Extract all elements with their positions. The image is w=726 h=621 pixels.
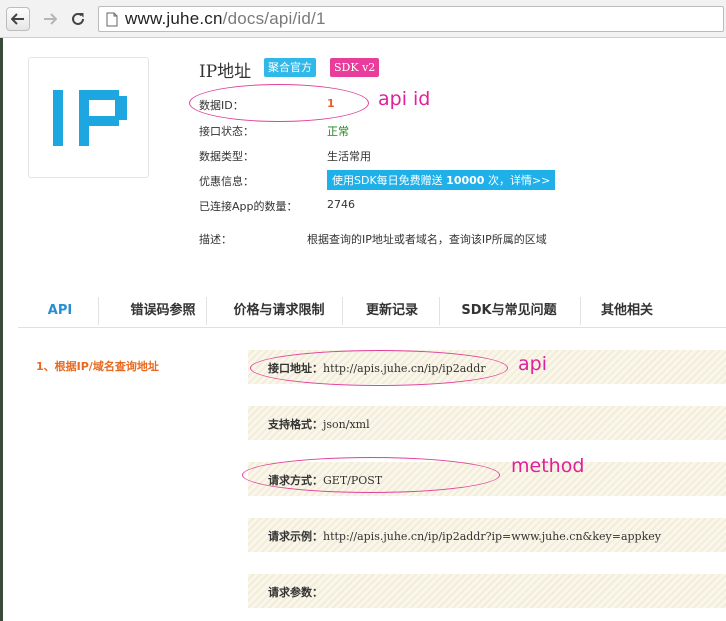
url-host: www.juhe.cn bbox=[125, 9, 223, 28]
app-count-value: 2746 bbox=[327, 198, 355, 211]
url-text: www.juhe.cn/docs/api/id/1 bbox=[125, 9, 326, 29]
promo-text-prefix: 使用SDK每日免费赠送 bbox=[332, 174, 447, 187]
tab-divider bbox=[439, 297, 440, 325]
ip-logo-icon bbox=[53, 90, 127, 146]
promo-label: 优惠信息： bbox=[199, 175, 254, 188]
promo-link[interactable]: 使用SDK每日免费赠送 10000 次，详情>> bbox=[327, 170, 556, 190]
promo-text-suffix: 次，详情>> bbox=[484, 174, 551, 187]
back-button[interactable] bbox=[6, 7, 30, 31]
api-title: IP地址 bbox=[199, 62, 252, 82]
forward-button[interactable] bbox=[38, 7, 62, 31]
spec-example: 请求示例：http://apis.juhe.cn/ip/ip2addr?ip=w… bbox=[268, 528, 661, 544]
tab-divider bbox=[342, 297, 343, 325]
spec-row-example: 请求示例：http://apis.juhe.cn/ip/ip2addr?ip=w… bbox=[248, 518, 726, 552]
annotation-api-id: api id bbox=[378, 88, 431, 110]
address-bar[interactable]: www.juhe.cn/docs/api/id/1 bbox=[98, 6, 724, 32]
tab-sdk-faq[interactable]: SDK与常见问题 bbox=[441, 294, 577, 327]
spec-format-label: 支持格式： bbox=[268, 418, 323, 431]
tab-changelog[interactable]: 更新记录 bbox=[344, 294, 440, 327]
sdk-badge[interactable]: SDK v2 bbox=[330, 58, 380, 77]
tab-divider bbox=[98, 297, 99, 325]
tab-other[interactable]: 其他相关 bbox=[582, 294, 672, 327]
endpoint-link-ip-query[interactable]: 1、根据IP/域名查询地址 bbox=[36, 358, 159, 374]
official-badge: 聚合官方 bbox=[264, 58, 316, 77]
status-label: 接口状态： bbox=[199, 125, 254, 138]
api-logo bbox=[28, 57, 149, 178]
forward-arrow-icon bbox=[44, 13, 57, 25]
annotation-method: method bbox=[511, 455, 585, 477]
url-path: /docs/api/id/1 bbox=[222, 9, 326, 28]
annotation-ellipse-method bbox=[242, 457, 500, 493]
tab-divider bbox=[580, 297, 581, 325]
tab-divider bbox=[206, 297, 207, 325]
status-value: 正常 bbox=[327, 125, 349, 138]
tab-pricing[interactable]: 价格与请求限制 bbox=[208, 294, 350, 327]
spec-example-value: http://apis.juhe.cn/ip/ip2addr?ip=www.ju… bbox=[323, 530, 661, 543]
browser-toolbar: www.juhe.cn/docs/api/id/1 bbox=[0, 0, 726, 38]
promo-count: 10000 bbox=[446, 174, 485, 187]
annotation-ellipse-api-id bbox=[189, 84, 369, 122]
doc-tabs: API 错误码参照 价格与请求限制 更新记录 SDK与常见问题 其他相关 bbox=[18, 294, 726, 328]
left-edge bbox=[0, 38, 3, 621]
page-icon bbox=[106, 12, 118, 27]
spec-format: 支持格式：json/xml bbox=[268, 416, 370, 432]
app-count-label: 已连接App的数量： bbox=[199, 200, 298, 213]
reload-button[interactable] bbox=[66, 7, 90, 31]
back-arrow-icon bbox=[11, 13, 24, 25]
spec-example-label: 请求示例： bbox=[268, 530, 323, 543]
tab-api[interactable]: API bbox=[18, 294, 102, 327]
spec-row-format: 支持格式：json/xml bbox=[248, 406, 726, 440]
description-value: 根据查询的IP地址或者域名，查询该IP所属的区域 bbox=[307, 233, 547, 246]
reload-icon bbox=[72, 12, 84, 25]
data-type-label: 数据类型： bbox=[199, 150, 254, 163]
spec-format-value: json/xml bbox=[323, 418, 370, 431]
annotation-ellipse-api bbox=[250, 350, 508, 386]
spec-params: 请求参数： bbox=[268, 584, 323, 600]
spec-row-params: 请求参数： bbox=[248, 574, 726, 608]
description-label: 描述： bbox=[199, 233, 232, 246]
annotation-api: api bbox=[518, 353, 547, 375]
spec-params-label: 请求参数： bbox=[268, 586, 323, 599]
data-type-value: 生活常用 bbox=[327, 150, 371, 163]
